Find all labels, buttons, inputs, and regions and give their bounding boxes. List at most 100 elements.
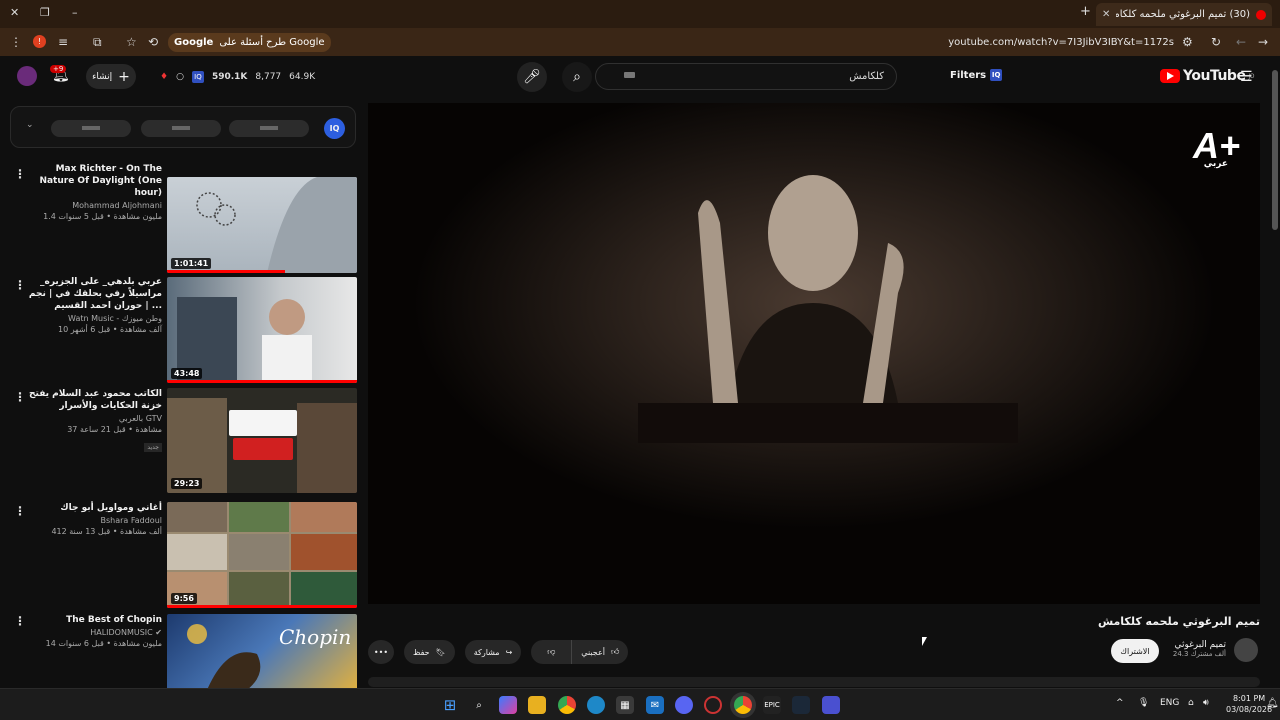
scrollbar-thumb[interactable] (1272, 70, 1278, 230)
new-badge: جديد (144, 443, 162, 452)
list-item[interactable]: ⋮ عربي بلدهي_ على الجزيره_ مراسيلاً رفي … (0, 274, 360, 386)
volume-icon[interactable]: 🔊︎ (1203, 698, 1209, 708)
reading-list-icon[interactable]: ≡ (58, 35, 68, 49)
create-button[interactable]: إنشاء + (86, 64, 136, 89)
chevron-down-icon[interactable]: ⌄ (26, 120, 34, 130)
tray-chevron-icon[interactable]: ^ (1116, 698, 1124, 708)
more-options-icon[interactable]: ⋮ (14, 390, 26, 404)
new-tab-icon[interactable]: + (1080, 4, 1091, 19)
list-item[interactable]: ⋮ Max Richter - On The Nature Of Dayligh… (0, 163, 360, 275)
video-meta: عربي بلدهي_ على الجزيره_ مراسيلاً رفي بح… (26, 276, 162, 334)
iq-chip-icon[interactable]: IQ (324, 118, 345, 139)
thumbs-up-icon: 👍︎ (610, 647, 620, 656)
share-button[interactable]: مشاركة ↪ (464, 640, 522, 664)
steam-icon[interactable] (792, 696, 810, 714)
chip-3[interactable] (229, 120, 309, 137)
watch-progress (167, 270, 285, 273)
video-title[interactable]: The Best of Chopin (26, 614, 162, 626)
video-title[interactable]: الكاتب محمود عبد السلام يفتح خزنة الحكاي… (26, 388, 162, 412)
thumbnail-art: Chopin (187, 624, 351, 688)
save-button[interactable]: حفظ 🔖︎ (404, 640, 455, 664)
discord-icon[interactable] (675, 696, 693, 714)
tune-icon[interactable]: ⚙ (1182, 35, 1193, 49)
edge-icon[interactable] (587, 696, 605, 714)
store-icon[interactable]: ▦ (616, 696, 634, 714)
more-options-icon[interactable]: ⋮ (14, 614, 26, 628)
profile-icon[interactable]: ! (33, 35, 46, 48)
video-title[interactable]: عربي بلدهي_ على الجزيره_ مراسيلاً رفي بح… (26, 276, 162, 312)
forward-icon[interactable]: ← (1236, 35, 1246, 49)
minimize-window-icon[interactable]: – (72, 6, 78, 19)
filters-button[interactable]: Filters IQ (950, 69, 1003, 81)
list-item[interactable]: ⋮ The Best of Chopin HALIDONMUSIC ✔ 14 م… (0, 612, 360, 688)
list-item[interactable]: ⋮ الكاتب محمود عبد السلام يفتح خزنة الحك… (0, 388, 360, 500)
like-button[interactable]: أعجبني 👍︎ (571, 640, 629, 664)
page-scrollbar[interactable] (1272, 60, 1278, 688)
google-lens-pill[interactable]: Google طرح أسئلة على Google (168, 33, 331, 52)
screenshot-icon[interactable]: ⟲ (148, 35, 158, 49)
chrome-icon[interactable] (558, 696, 576, 714)
channel-name[interactable]: Bshara Faddoul (26, 516, 162, 525)
youtube-play-icon (1160, 69, 1180, 83)
windows-start-icon[interactable]: ⊞ (441, 696, 459, 714)
microphone-icon[interactable]: 🎙︎ (1138, 698, 1149, 708)
thumbnail[interactable]: Chopin (167, 614, 357, 688)
like-label: أعجبني (581, 647, 605, 657)
channel-name[interactable]: Mohammad Aljohmani (26, 201, 162, 210)
account-avatar[interactable] (17, 66, 37, 86)
copilot-icon[interactable] (499, 696, 517, 714)
language-indicator[interactable]: ENG (1160, 698, 1179, 708)
keyboard-icon[interactable] (624, 72, 635, 78)
video-title[interactable]: Max Richter - On The Nature Of Daylight … (26, 163, 162, 199)
list-item[interactable]: ⋮ أغاني ومواويل أبو جاك Bshara Faddoul 4… (0, 500, 360, 612)
close-window-icon[interactable]: ✕ (10, 6, 19, 19)
description-box[interactable] (368, 677, 1260, 687)
notification-center-icon[interactable]: 🔔︎ (1266, 698, 1279, 709)
channel-name[interactable]: بالعربي GTV (26, 414, 162, 423)
channel-avatar[interactable] (1234, 638, 1258, 662)
more-options-icon[interactable]: ⋮ (14, 278, 26, 292)
url-text[interactable]: youtube.com/watch?v=7I3JibV3IBY&t=1172s (948, 37, 1174, 48)
app-icon[interactable] (704, 696, 722, 714)
app2-icon[interactable] (822, 696, 840, 714)
search-icon[interactable]: ⌕ (562, 62, 592, 92)
thumbnail[interactable]: 29:23 (167, 388, 357, 493)
svg-text:Chopin: Chopin (279, 625, 351, 649)
dislike-button[interactable]: 👎︎ (531, 640, 572, 664)
chip-2[interactable] (141, 120, 221, 137)
video-player[interactable]: A+ عربي (368, 103, 1260, 604)
restore-window-icon[interactable]: ❐ (40, 6, 50, 19)
file-explorer-icon[interactable] (528, 696, 546, 714)
hamburger-menu-icon[interactable]: ☰ (1240, 69, 1253, 85)
address-bar: ⋮ ! ≡ ⧉ ☆ ⟲ Google طرح أسئلة على Google … (0, 28, 1280, 56)
thumbnail[interactable]: 1:01:41 (167, 177, 357, 273)
bookmark-star-icon[interactable]: ☆ (126, 35, 137, 49)
chip-1[interactable] (51, 120, 131, 137)
chrome-active-icon[interactable] (734, 696, 752, 714)
more-options-icon[interactable]: ⋮ (14, 504, 26, 518)
reload-icon[interactable]: ↻ (1211, 35, 1221, 49)
more-options-icon[interactable]: ⋮ (14, 167, 26, 181)
subscribe-button[interactable]: الاشتراك (1111, 639, 1159, 663)
epic-games-icon[interactable]: EPIC (763, 696, 781, 714)
more-actions-button[interactable]: ••• (368, 640, 394, 664)
channel-name[interactable]: HALIDONMUSIC ✔ (26, 628, 162, 637)
mail-icon[interactable]: ✉ (646, 696, 664, 714)
video-title[interactable]: أغاني ومواويل أبو جاك (26, 502, 162, 514)
tab-youtube[interactable]: (30) تميم البرغوثي ملحمه كلكامش ✕ (1096, 3, 1272, 26)
menu-dots-icon[interactable]: ⋮ (10, 35, 22, 49)
bulb-icon: ○ (176, 72, 184, 82)
thumbnail[interactable]: 9:56 (167, 502, 357, 608)
video-meta: Max Richter - On The Nature Of Daylight … (26, 163, 162, 221)
close-tab-icon[interactable]: ✕ (1102, 9, 1110, 20)
channel-name[interactable]: Watn Music - وطن ميوزك (26, 314, 162, 323)
network-icon[interactable]: ⌂ (1188, 698, 1194, 708)
voice-search-icon[interactable]: 🎤︎ (517, 62, 547, 92)
taskbar-search-icon[interactable]: ⌕ (470, 696, 488, 714)
back-icon[interactable]: → (1258, 35, 1268, 49)
channel-name[interactable]: تميم البرغوثي (1170, 640, 1226, 650)
thumbnail[interactable]: 43:48 (167, 277, 357, 383)
extensions-icon[interactable]: ⧉ (93, 35, 102, 50)
channel-name-text: HALIDONMUSIC (90, 628, 153, 637)
search-input[interactable]: كلكامش (595, 63, 897, 90)
